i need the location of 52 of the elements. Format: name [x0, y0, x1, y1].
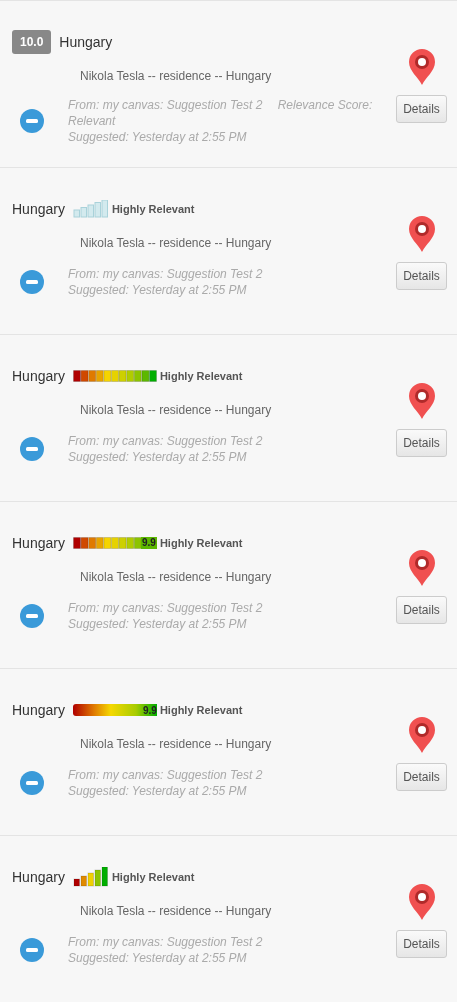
suggestion-title: Hungary — [12, 867, 65, 887]
details-button[interactable]: Details — [396, 429, 447, 457]
suggested-time: Suggested: Yesterday at 2:55 PM — [68, 282, 248, 298]
suggestion-description: Nikola Tesla -- residence -- Hungary — [80, 68, 273, 85]
map-pin-icon — [407, 383, 436, 419]
suggestion-description: Nikola Tesla -- residence -- Hungary — [80, 736, 273, 753]
source-text: From: my canvas: Suggestion Test 2 — [68, 433, 263, 449]
suggested-time: Suggested: Yesterday at 2:55 PM — [68, 616, 248, 632]
suggestion-description: Nikola Tesla -- residence -- Hungary — [80, 569, 273, 586]
map-pin-icon — [407, 49, 436, 85]
relevance-label: Highly Relevant — [159, 535, 243, 551]
map-pin-icon — [407, 884, 436, 920]
suggested-time: Suggested: Yesterday at 2:55 PM — [68, 129, 248, 145]
source-text: From: my canvas: Suggestion Test 2 — [68, 767, 263, 783]
source-text: From: my canvas: Suggestion Test 2 — [68, 934, 263, 950]
remove-icon[interactable] — [20, 270, 44, 294]
score-badge: 10.0 — [12, 30, 52, 54]
score-value: 9.9 — [141, 537, 157, 549]
relevance-label: Highly Relevant — [111, 869, 195, 885]
score-value: 9.9 — [143, 703, 157, 718]
details-button[interactable]: Details — [396, 930, 447, 958]
remove-icon[interactable] — [20, 437, 44, 461]
relevance-label: Highly Relevant — [159, 368, 243, 384]
source-text: From: my canvas: Suggestion Test 2 — [68, 266, 263, 282]
suggestion-title: Hungary — [59, 32, 113, 52]
suggestion-description: Nikola Tesla -- residence -- Hungary — [80, 235, 273, 252]
suggested-time: Suggested: Yesterday at 2:55 PM — [68, 783, 248, 799]
relevance-bars-icon — [72, 867, 109, 887]
suggested-time: Suggested: Yesterday at 2:55 PM — [68, 950, 248, 966]
relevance-bars-icon — [72, 200, 109, 218]
suggested-time: Suggested: Yesterday at 2:55 PM — [68, 449, 248, 465]
remove-icon[interactable] — [20, 771, 44, 795]
source-text: From: my canvas: Suggestion Test 2 Relevance Score: Relevant — [68, 97, 374, 129]
details-button[interactable]: Details — [396, 262, 447, 290]
map-pin-icon — [407, 550, 436, 586]
suggestion-title: Hungary — [12, 366, 65, 386]
suggestion-title: Hungary — [12, 700, 65, 720]
suggestion-title: Hungary — [12, 199, 65, 219]
relevance-label: Highly Relevant — [111, 201, 195, 217]
details-button[interactable]: Details — [396, 763, 447, 791]
map-pin-icon — [407, 717, 436, 753]
remove-icon[interactable] — [20, 604, 44, 628]
details-button[interactable]: Details — [396, 596, 447, 624]
suggestion-description: Nikola Tesla -- residence -- Hungary — [80, 402, 273, 419]
suggestion-title: Hungary — [12, 533, 65, 553]
relevance-label: Highly Relevant — [159, 702, 243, 718]
remove-icon[interactable] — [20, 938, 44, 962]
source-text: From: my canvas: Suggestion Test 2 — [68, 600, 263, 616]
map-pin-icon — [407, 216, 436, 252]
suggestion-description: Nikola Tesla -- residence -- Hungary — [80, 903, 273, 920]
details-button[interactable]: Details — [396, 95, 447, 123]
remove-icon[interactable] — [20, 109, 44, 133]
